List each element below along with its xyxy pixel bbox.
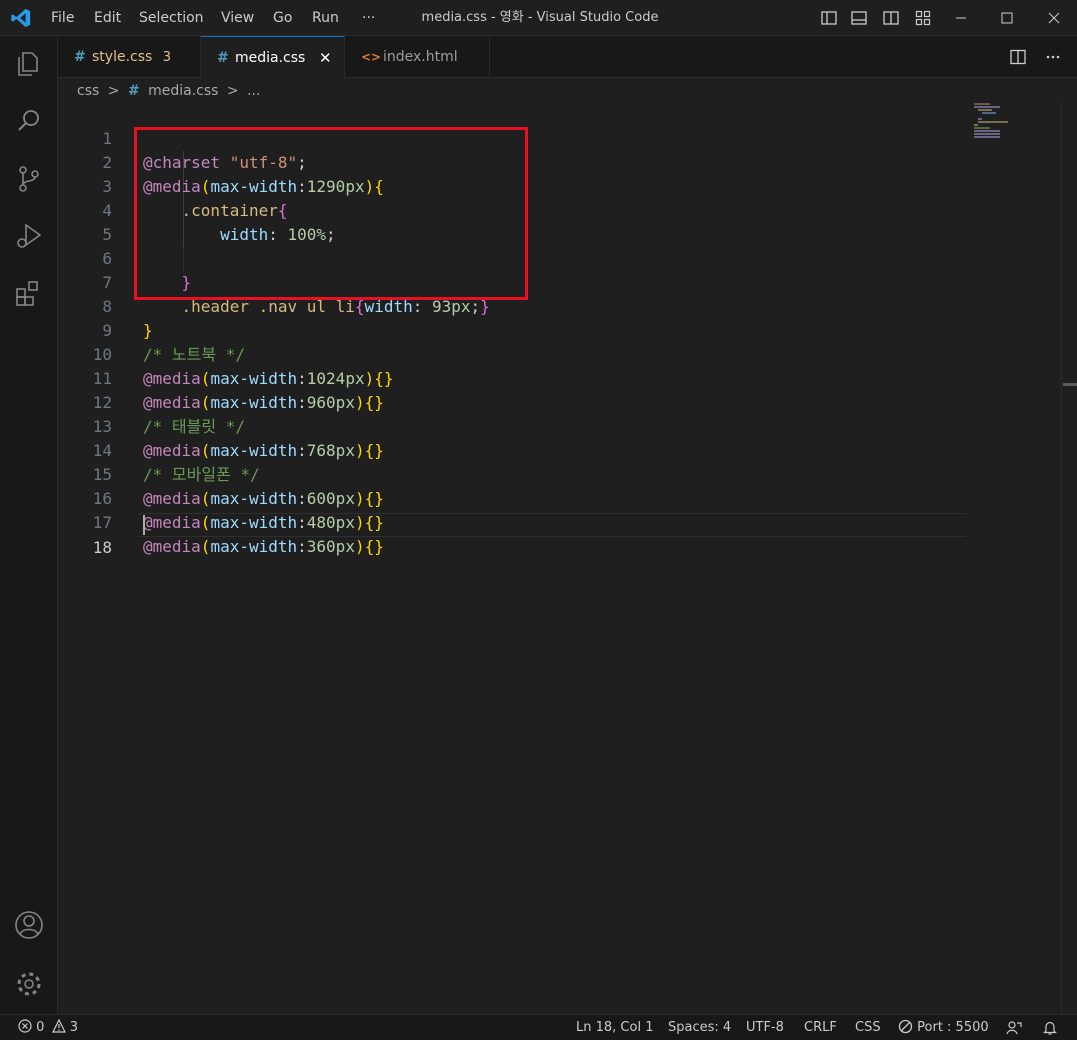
run-debug-icon[interactable] (14, 221, 44, 251)
toggle-panel-icon[interactable] (851, 10, 867, 26)
breadcrumb-folder[interactable]: css (77, 83, 99, 99)
eol-setting[interactable]: CRLF (804, 1015, 837, 1040)
chevron-right-icon: > (226, 83, 239, 99)
minimize-icon[interactable] (938, 0, 984, 36)
tab-style-css[interactable]: # style.css 3 (58, 36, 201, 78)
toggle-secondary-sidebar-icon[interactable] (883, 10, 899, 26)
css-file-icon: # (127, 83, 140, 99)
scrollbar-thumb[interactable] (1063, 383, 1077, 386)
tab-bar: # style.css 3 # media.css ✕ <> index.html (58, 36, 1077, 79)
code-editor[interactable]: 1 @charset "utf-8"; 2 @media(max-width:1… (58, 103, 1061, 1014)
error-icon (18, 1019, 32, 1033)
tab-index-html[interactable]: <> index.html (345, 36, 490, 78)
code-line: 13 @media(max-width:768px){} (92, 417, 384, 460)
code-line: 17 @media(max-width:360px){} (92, 513, 384, 556)
menu-file[interactable]: File (51, 0, 74, 36)
window-title: media.css - 영화 - Visual Studio Code (421, 10, 659, 25)
toggle-sidebar-icon[interactable] (821, 10, 837, 26)
more-actions-icon[interactable] (1045, 49, 1061, 65)
breadcrumb-more[interactable]: ... (247, 83, 260, 99)
account-icon[interactable] (14, 910, 44, 940)
editor-actions (1010, 49, 1061, 69)
no-symbol-icon (898, 1019, 913, 1034)
code-line: 10 @media(max-width:1024px){} (92, 345, 394, 388)
language-mode[interactable]: CSS (855, 1015, 881, 1040)
customize-layout-icon[interactable] (915, 10, 931, 26)
menu-selection[interactable]: Selection (139, 0, 204, 36)
title-bar: File Edit Selection View Go Run ··· medi… (0, 0, 1077, 36)
maximize-icon[interactable] (984, 0, 1030, 36)
code-line: 15 @media(max-width:600px){} (92, 465, 384, 508)
vscode-logo-icon (11, 8, 31, 28)
extensions-icon[interactable] (14, 279, 44, 309)
code-line: 14 /* 모바일폰 */ (92, 441, 260, 484)
text-cursor (143, 515, 145, 535)
menu-view[interactable]: View (221, 0, 254, 36)
search-icon[interactable] (14, 106, 44, 136)
split-editor-icon[interactable] (1010, 49, 1026, 65)
explorer-icon[interactable] (14, 49, 44, 79)
code-line: 1 @charset "utf-8"; (102, 129, 307, 172)
feedback-icon[interactable] (1006, 1020, 1022, 1036)
code-line: 16 @media(max-width:480px){} (92, 489, 384, 532)
breadcrumb: css > # media.css > ... (58, 79, 1058, 103)
source-control-icon[interactable] (14, 164, 44, 194)
code-line: 11 @media(max-width:960px){} (92, 369, 384, 412)
warning-icon (51, 1018, 66, 1033)
cursor-position[interactable]: Ln 18, Col 1 (576, 1015, 653, 1040)
menu-run[interactable]: Run (312, 0, 339, 36)
notifications-bell-icon[interactable] (1042, 1020, 1058, 1036)
close-tab-icon[interactable]: ✕ (319, 37, 332, 79)
tab-media-css[interactable]: # media.css ✕ (201, 36, 345, 79)
code-line: 12 /* 태블릿 */ (92, 393, 245, 436)
breadcrumb-file[interactable]: media.css (148, 83, 218, 99)
close-window-icon[interactable] (1031, 0, 1077, 36)
problem-count-badge: 3 (162, 50, 172, 65)
problems-indicator[interactable]: 0 3 (18, 1015, 78, 1040)
code-line: 18 (92, 538, 112, 557)
minimap[interactable] (970, 103, 1060, 143)
settings-gear-icon[interactable] (14, 969, 44, 999)
activity-bar (0, 36, 58, 1014)
menu-go[interactable]: Go (273, 0, 292, 36)
vertical-scrollbar[interactable] (1061, 103, 1077, 1014)
live-server-port[interactable]: Port : 5500 (898, 1015, 989, 1040)
menu-edit[interactable]: Edit (94, 0, 121, 36)
chevron-right-icon: > (107, 83, 120, 99)
annotation-highlight-box (134, 127, 528, 300)
status-bar: 0 3 Ln 18, Col 1 Spaces: 4 UTF-8 CRLF CS… (0, 1014, 1077, 1040)
encoding-setting[interactable]: UTF-8 (746, 1015, 784, 1040)
indentation-setting[interactable]: Spaces: 4 (668, 1015, 731, 1040)
